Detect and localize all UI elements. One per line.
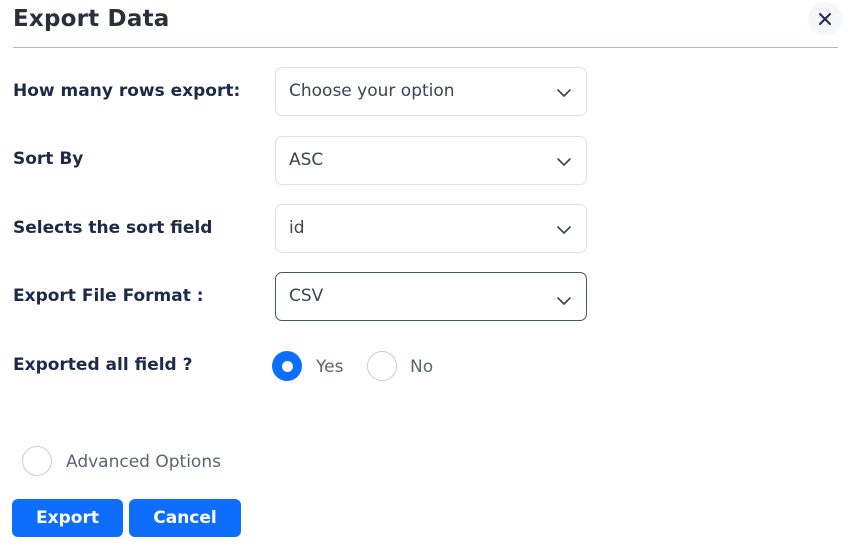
sort-by-label: Sort By [13, 149, 84, 169]
file-format-label: Export File Format : [13, 286, 204, 306]
advanced-options-toggle[interactable] [22, 446, 52, 476]
rows-count-label: How many rows export: [13, 81, 241, 101]
file-format-value: CSV [289, 286, 324, 306]
cancel-button[interactable]: Cancel [129, 499, 241, 537]
close-button[interactable] [808, 2, 842, 36]
rows-count-select[interactable]: Choose your option [275, 67, 587, 116]
sort-by-select[interactable]: ASC [275, 136, 587, 185]
sort-field-value: id [289, 218, 305, 238]
dialog-title: Export Data [13, 6, 170, 32]
no-radio-label: No [410, 357, 434, 377]
yes-radio-label: Yes [316, 357, 344, 377]
header-divider [13, 47, 838, 48]
all-fields-label: Exported all field ? [13, 355, 193, 375]
chevron-down-icon [557, 158, 571, 166]
chevron-down-icon [557, 89, 571, 97]
chevron-down-icon [557, 226, 571, 234]
advanced-options-label: Advanced Options [66, 452, 221, 472]
sort-field-label: Selects the sort field [13, 218, 213, 238]
close-icon [819, 13, 831, 25]
sort-field-select[interactable]: id [275, 204, 587, 253]
chevron-down-icon [557, 297, 571, 305]
yes-radio[interactable] [272, 351, 302, 381]
export-button[interactable]: Export [12, 499, 123, 537]
sort-by-value: ASC [289, 150, 324, 170]
file-format-select[interactable]: CSV [275, 272, 587, 321]
no-radio[interactable] [367, 351, 397, 381]
rows-count-value: Choose your option [289, 81, 455, 101]
